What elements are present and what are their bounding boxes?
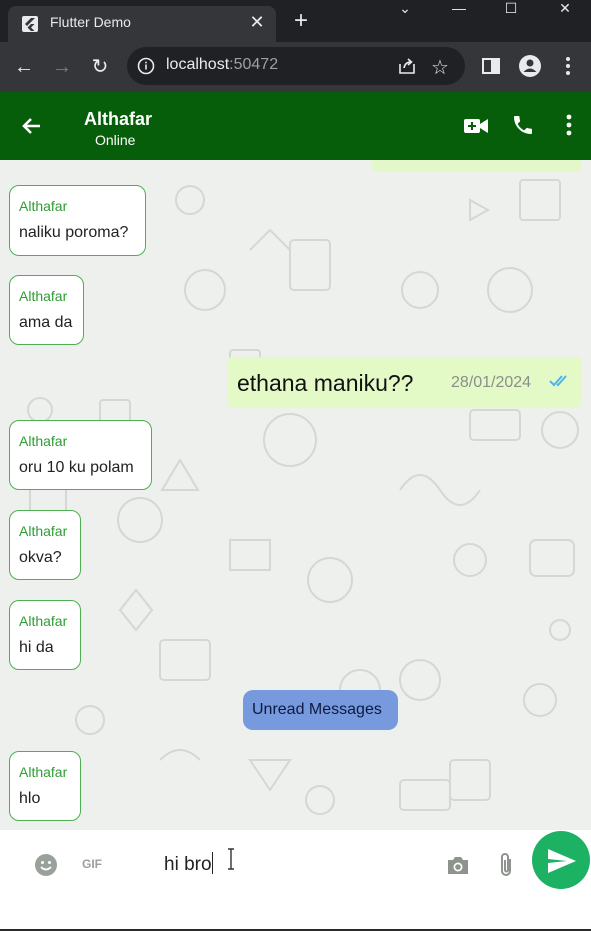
contact-status: Online xyxy=(95,132,136,148)
incoming-message[interactable]: Althafar okva? xyxy=(9,510,81,580)
more-vert-icon[interactable] xyxy=(560,113,578,137)
window-close-icon[interactable]: ✕ xyxy=(550,0,580,22)
message-composer: GIF hi bro xyxy=(0,830,591,931)
unread-messages-divider: Unread Messages xyxy=(243,690,398,730)
message-input[interactable]: hi bro xyxy=(164,852,424,878)
share-icon[interactable] xyxy=(397,56,417,76)
message-sender: Althafar xyxy=(19,613,68,629)
back-arrow-icon[interactable]: ← xyxy=(11,54,37,80)
back-arrow-icon[interactable] xyxy=(20,114,44,138)
message-text: ama da xyxy=(19,314,73,331)
browser-tab[interactable]: Flutter Demo ✕ xyxy=(8,6,276,42)
gif-button[interactable]: GIF xyxy=(82,857,102,871)
site-info-icon[interactable] xyxy=(137,57,155,75)
incoming-message[interactable]: Althafar ama da xyxy=(9,275,84,345)
text-caret xyxy=(211,852,213,874)
message-sender: Althafar xyxy=(19,433,68,449)
message-text: oru 10 ku polam xyxy=(19,459,134,476)
send-button[interactable] xyxy=(532,831,590,889)
phone-call-icon[interactable] xyxy=(511,113,535,137)
message-text: hi da xyxy=(19,639,54,656)
bookmark-star-icon[interactable]: ☆ xyxy=(431,55,449,80)
profile-avatar-icon[interactable] xyxy=(518,54,542,78)
forward-arrow-icon[interactable]: → xyxy=(49,54,75,80)
new-tab-plus-icon[interactable]: + xyxy=(288,8,314,34)
unread-messages-label: Unread Messages xyxy=(252,701,382,718)
url-host: localhost xyxy=(166,56,230,73)
message-sender: Althafar xyxy=(19,764,68,780)
double-check-read-icon xyxy=(549,375,567,387)
send-icon xyxy=(548,849,576,873)
incoming-message[interactable]: Althafar hi da xyxy=(9,600,81,670)
video-call-icon[interactable] xyxy=(463,116,489,136)
message-input-value: hi bro xyxy=(164,854,212,875)
message-text: hlo xyxy=(19,790,41,807)
tab-search-chevron-icon[interactable]: ⌄ xyxy=(390,0,420,22)
chat-message-list[interactable]: Althafar naliku poroma? Althafar ama da … xyxy=(0,160,591,830)
message-sender: Althafar xyxy=(19,288,68,304)
flutter-favicon-icon xyxy=(22,16,38,32)
minimize-icon[interactable]: — xyxy=(444,0,474,22)
browser-menu-icon[interactable] xyxy=(556,54,580,78)
maximize-icon[interactable]: ☐ xyxy=(496,0,526,22)
tab-title: Flutter Demo xyxy=(50,14,131,30)
previous-message-bubble xyxy=(372,160,582,172)
outgoing-message[interactable]: ethana maniku?? 28/01/2024 xyxy=(228,357,581,407)
chat-app-bar: Althafar Online xyxy=(0,92,591,160)
camera-icon[interactable] xyxy=(446,854,470,876)
emoji-icon[interactable] xyxy=(34,853,58,877)
message-sender: Althafar xyxy=(19,198,68,214)
browser-tab-strip: Flutter Demo ✕ + ⌄ — ☐ ✕ xyxy=(0,0,591,42)
tab-close-icon[interactable]: ✕ xyxy=(246,11,268,33)
url-text: localhost:50472 xyxy=(166,56,278,74)
address-bar[interactable]: localhost:50472 ☆ xyxy=(127,47,465,85)
message-text: okva? xyxy=(19,549,62,566)
side-panel-icon[interactable] xyxy=(479,54,503,78)
ibeam-cursor-icon xyxy=(228,848,234,870)
incoming-message[interactable]: Althafar naliku poroma? xyxy=(9,185,146,256)
attach-file-icon[interactable] xyxy=(496,851,516,879)
browser-toolbar: ← → ↻ localhost:50472 ☆ xyxy=(0,42,591,92)
message-timestamp: 28/01/2024 xyxy=(451,374,532,391)
incoming-message[interactable]: Althafar oru 10 ku polam xyxy=(9,420,152,490)
contact-name[interactable]: Althafar xyxy=(84,109,152,130)
message-text: naliku poroma? xyxy=(19,224,129,241)
incoming-message[interactable]: Althafar hlo xyxy=(9,751,81,821)
reload-icon[interactable]: ↻ xyxy=(87,54,113,80)
message-text: ethana maniku?? xyxy=(237,370,414,396)
url-port: :50472 xyxy=(229,56,279,73)
message-sender: Althafar xyxy=(19,523,68,539)
